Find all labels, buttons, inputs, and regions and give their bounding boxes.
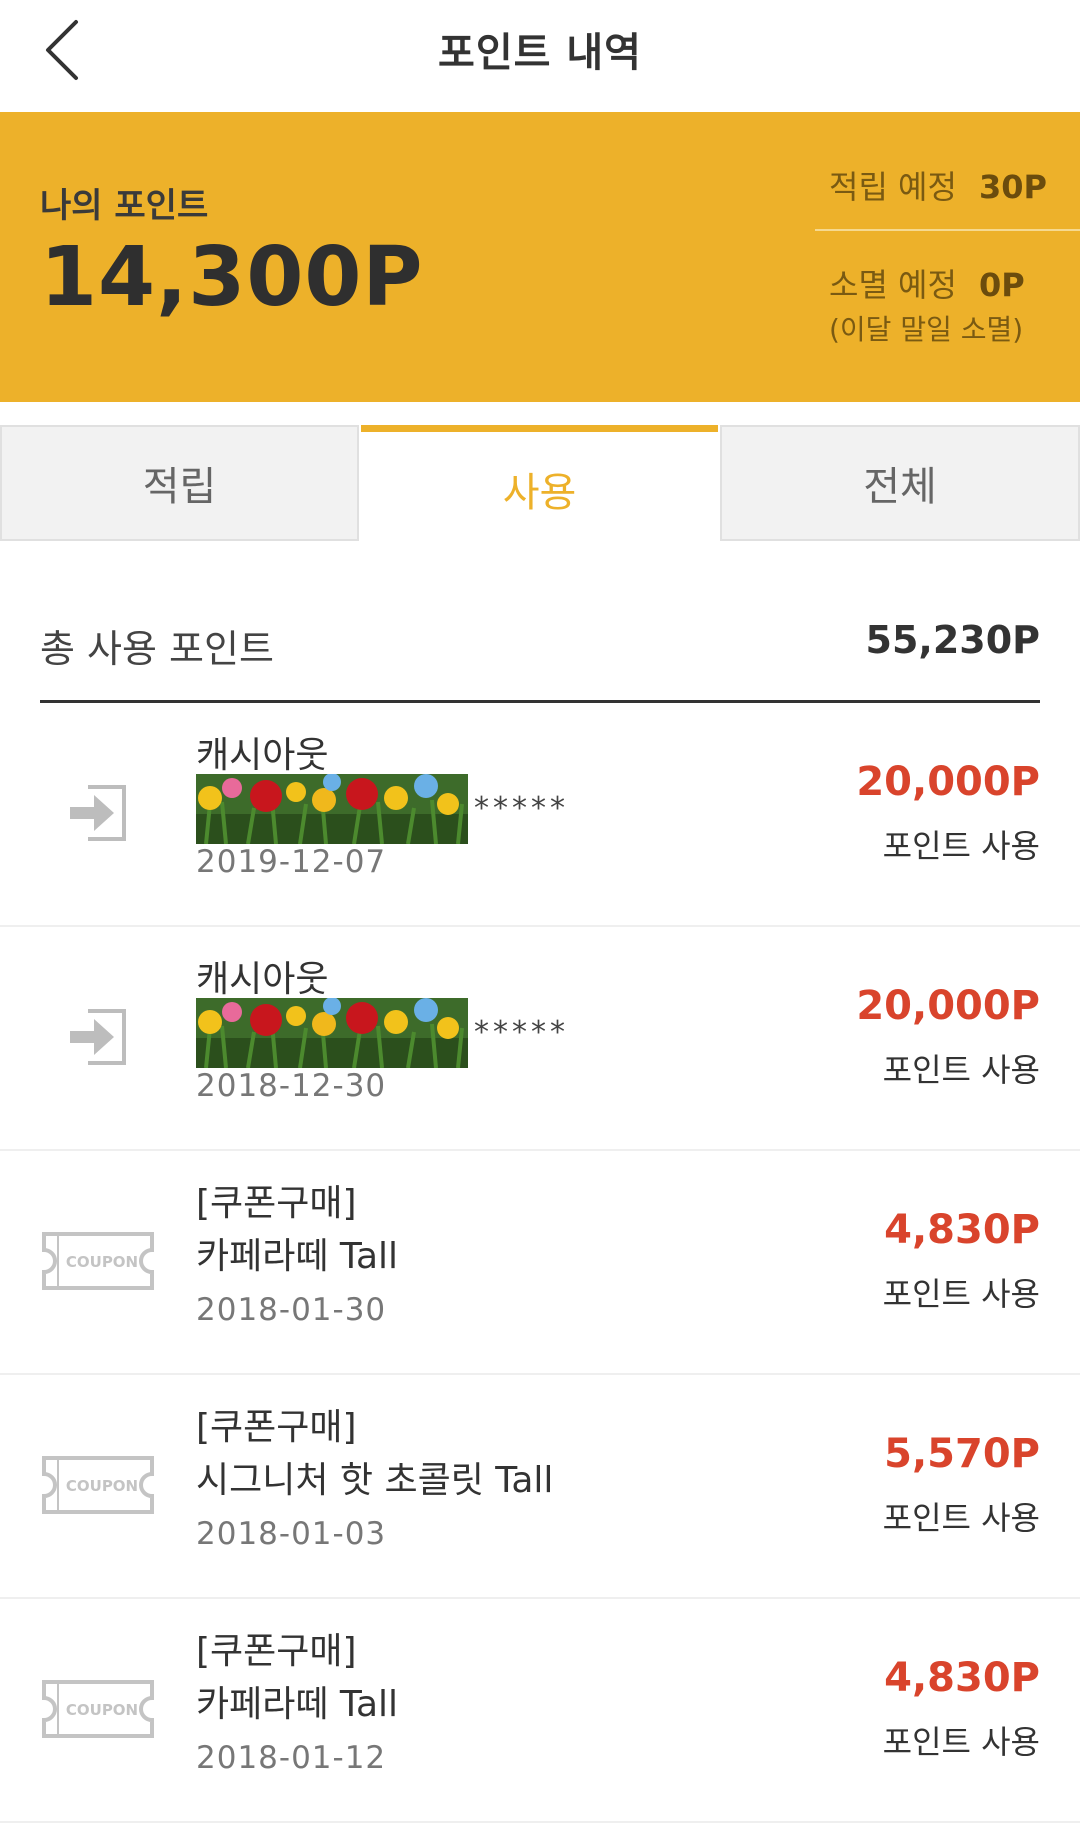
accrue-label: 적립 예정: [829, 168, 957, 206]
coupon-icon: COUPON: [38, 1211, 158, 1311]
masked-account: *****: [196, 998, 756, 1068]
list-item[interactable]: COUPON [쿠폰구매] 카페라떼 Tall 2018-01-30 4,830…: [0, 1151, 1080, 1375]
item-type: 포인트 사용: [882, 1499, 1040, 1537]
masked-account: *****: [196, 774, 756, 844]
item-date: 2018-01-30: [196, 1292, 387, 1328]
coupon-icon-text: COUPON: [66, 1253, 138, 1271]
coupon-icon-text: COUPON: [66, 1701, 138, 1719]
item-amount: 20,000P: [856, 983, 1040, 1029]
my-point-label: 나의 포인트: [40, 186, 209, 226]
item-product: 시그니처 핫 초콜릿 Tall: [196, 1460, 554, 1501]
masked-digits: *****: [474, 791, 569, 826]
expire-scheduled-row: 소멸 예정 0P: [829, 260, 1025, 306]
item-date: 2018-01-12: [196, 1740, 387, 1776]
list-item[interactable]: 캐시아웃 ***** 2018-12-30 20,000P 포인트 사용: [0, 927, 1080, 1151]
total-used-label: 총 사용 포인트: [40, 627, 274, 671]
total-used-value: 55,230P: [865, 618, 1041, 662]
coupon-icon: COUPON: [38, 1435, 158, 1535]
tab-use[interactable]: 사용: [361, 425, 718, 545]
item-type: 포인트 사용: [882, 1051, 1040, 1089]
item-product: 카페라떼 Tall: [196, 1684, 399, 1725]
item-amount: 4,830P: [884, 1655, 1040, 1701]
point-history-list: 캐시아웃 ***** 2019-12-07 20,000P 포인트 사용 캐시아…: [0, 703, 1080, 1823]
redaction-image: [196, 774, 468, 844]
divider: [815, 229, 1080, 231]
item-type: 포인트 사용: [882, 827, 1040, 865]
expire-note: (이달 말일 소멸): [829, 313, 1024, 346]
item-amount: 5,570P: [884, 1431, 1040, 1477]
cashout-arrow-icon: [38, 987, 158, 1087]
my-point-value: 14,300P: [40, 230, 424, 325]
item-details: 캐시아웃 ***** 2019-12-07: [196, 731, 756, 887]
item-date: 2018-01-03: [196, 1516, 387, 1552]
list-item[interactable]: COUPON [쿠폰구매] 카페라떼 Tall 2018-01-12 4,830…: [0, 1599, 1080, 1823]
masked-digits: *****: [474, 1015, 569, 1050]
tab-all[interactable]: 전체: [720, 425, 1080, 541]
item-product: 카페라떼 Tall: [196, 1236, 399, 1277]
item-details: [쿠폰구매] 카페라떼 Tall 2018-01-12: [196, 1627, 756, 1783]
coupon-icon-text: COUPON: [66, 1477, 138, 1495]
item-type: 포인트 사용: [882, 1275, 1040, 1313]
item-date: 2019-12-07: [196, 844, 387, 880]
accrue-scheduled-row: 적립 예정 30P: [829, 162, 1047, 208]
redaction-image: [196, 998, 468, 1068]
point-summary-banner: 나의 포인트 14,300P 적립 예정 30P 소멸 예정 0P (이달 말일 소…: [0, 112, 1080, 402]
list-item[interactable]: COUPON [쿠폰구매] 시그니처 핫 초콜릿 Tall 2018-01-03…: [0, 1375, 1080, 1599]
item-title: [쿠폰구매]: [196, 1407, 357, 1448]
item-date: 2018-12-30: [196, 1068, 387, 1104]
item-title: [쿠폰구매]: [196, 1183, 357, 1224]
item-details: [쿠폰구매] 시그니처 핫 초콜릿 Tall 2018-01-03: [196, 1403, 756, 1559]
item-type: 포인트 사용: [882, 1723, 1040, 1761]
cashout-arrow-icon: [38, 763, 158, 863]
page-title: 포인트 내역: [438, 30, 642, 76]
item-title: [쿠폰구매]: [196, 1631, 357, 1672]
tab-bar: 적립 사용 전체: [0, 425, 1080, 545]
item-amount: 4,830P: [884, 1207, 1040, 1253]
expire-label: 소멸 예정: [829, 266, 957, 304]
coupon-icon: COUPON: [38, 1659, 158, 1759]
list-item[interactable]: 캐시아웃 ***** 2019-12-07 20,000P 포인트 사용: [0, 703, 1080, 927]
total-used-row: 총 사용 포인트 55,230P: [40, 610, 1040, 703]
accrue-value: 30P: [978, 168, 1047, 206]
item-details: 캐시아웃 ***** 2018-12-30: [196, 955, 756, 1111]
app-header: 포인트 내역: [0, 0, 1080, 112]
point-schedule-panel: 적립 예정 30P 소멸 예정 0P (이달 말일 소멸): [815, 112, 1080, 402]
tab-accrue[interactable]: 적립: [0, 425, 359, 541]
item-amount: 20,000P: [856, 759, 1040, 805]
expire-value: 0P: [978, 266, 1025, 304]
item-details: [쿠폰구매] 카페라떼 Tall 2018-01-30: [196, 1179, 756, 1335]
